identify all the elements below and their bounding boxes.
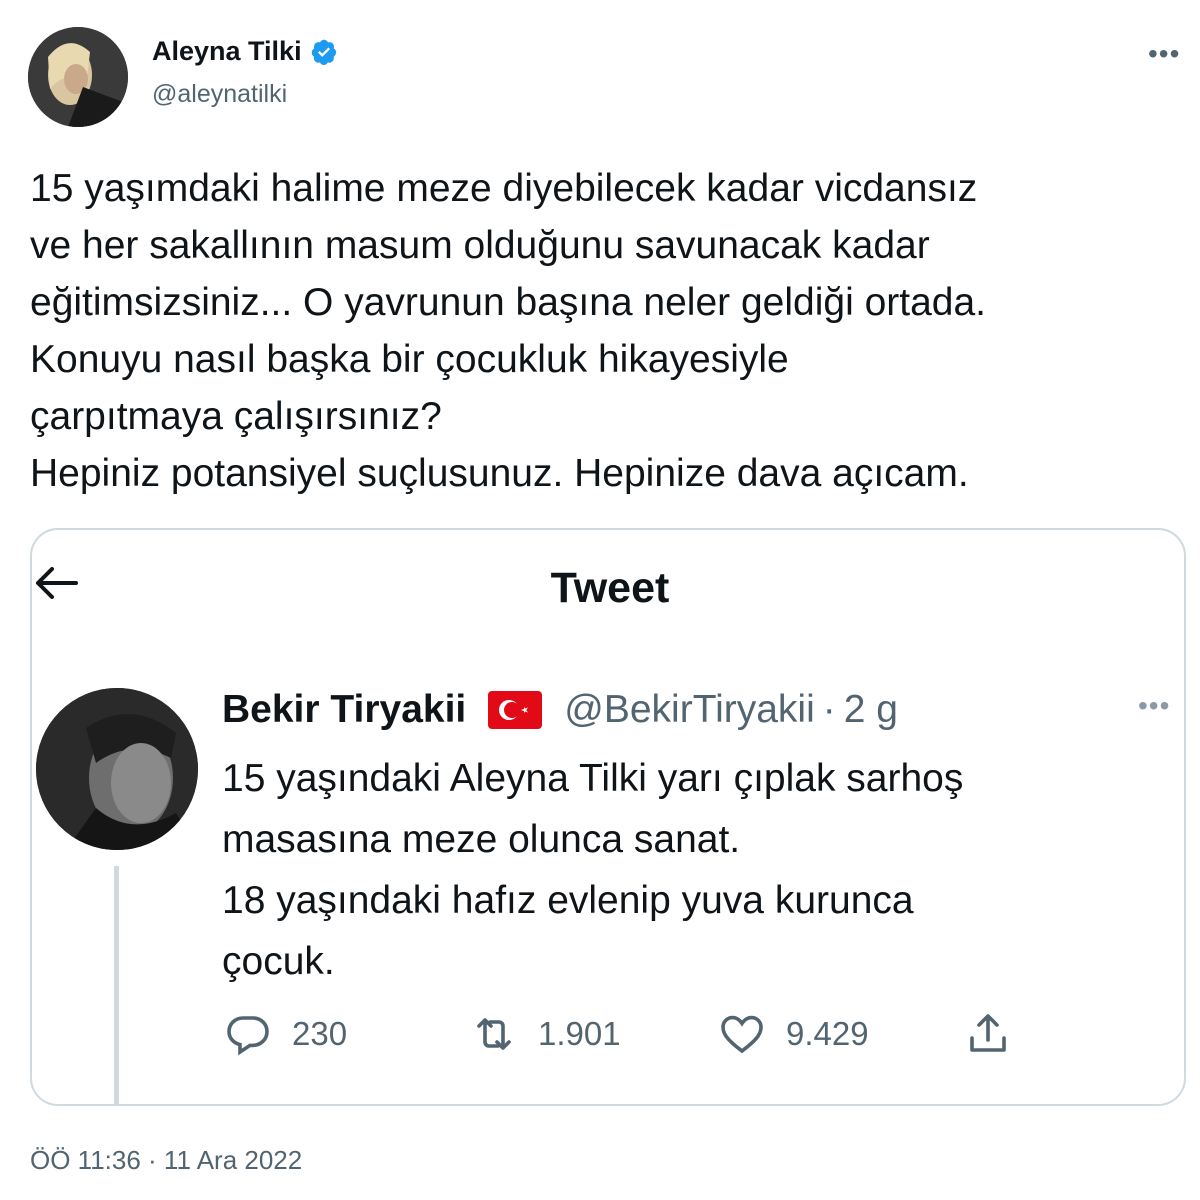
quoted-time[interactable]: 2 g [844,688,898,732]
quoted-tweet-text: 15 yaşındaki Aleyna Tilki yarı çıplak sa… [222,757,964,983]
retweet-button[interactable]: 1.901 [470,1010,621,1058]
author-name-row[interactable]: Aleyna Tilki [152,36,338,67]
more-horizontal-icon[interactable]: ••• [1148,38,1180,70]
quoted-author-handle[interactable]: @BekirTiryakii [564,688,815,732]
like-button[interactable]: 9.429 [718,1010,869,1058]
tweet-text: 15 yaşımdaki halime meze diyebilecek kad… [30,167,986,495]
quoted-header: Bekir Tiryakii @BekirTiryakii · 2 g [222,688,898,732]
tweet-timestamp[interactable]: ÖÖ 11:36 · 11 Ara 2022 [30,1145,302,1176]
quoted-tweet-card[interactable]: Tweet Bekir Tiryakii @BekirTiryakii · 2 … [30,528,1186,1106]
author-name[interactable]: Aleyna Tilki [152,36,302,67]
share-icon [970,1014,1006,1052]
retweet-count: 1.901 [538,1015,621,1052]
separator-dot: · [822,688,836,731]
thread-line [114,866,119,1104]
verified-badge-icon [310,38,338,66]
reply-count: 230 [292,1015,348,1052]
quoted-author-avatar[interactable] [36,688,198,850]
turkey-flag-icon [488,691,543,729]
author-avatar[interactable] [28,27,128,127]
quoted-author-name[interactable]: Bekir Tiryakii [222,688,466,732]
retweet-icon [477,1018,511,1050]
author-handle[interactable]: @aleynatilki [152,80,287,109]
reply-icon [227,1016,269,1056]
reply-button[interactable]: 230 [224,1010,347,1058]
more-horizontal-icon[interactable]: ••• [1138,690,1170,722]
share-button[interactable] [964,1010,1012,1058]
like-count: 9.429 [786,1015,869,1052]
page-title: Tweet [550,564,670,612]
heart-icon [721,1015,763,1054]
